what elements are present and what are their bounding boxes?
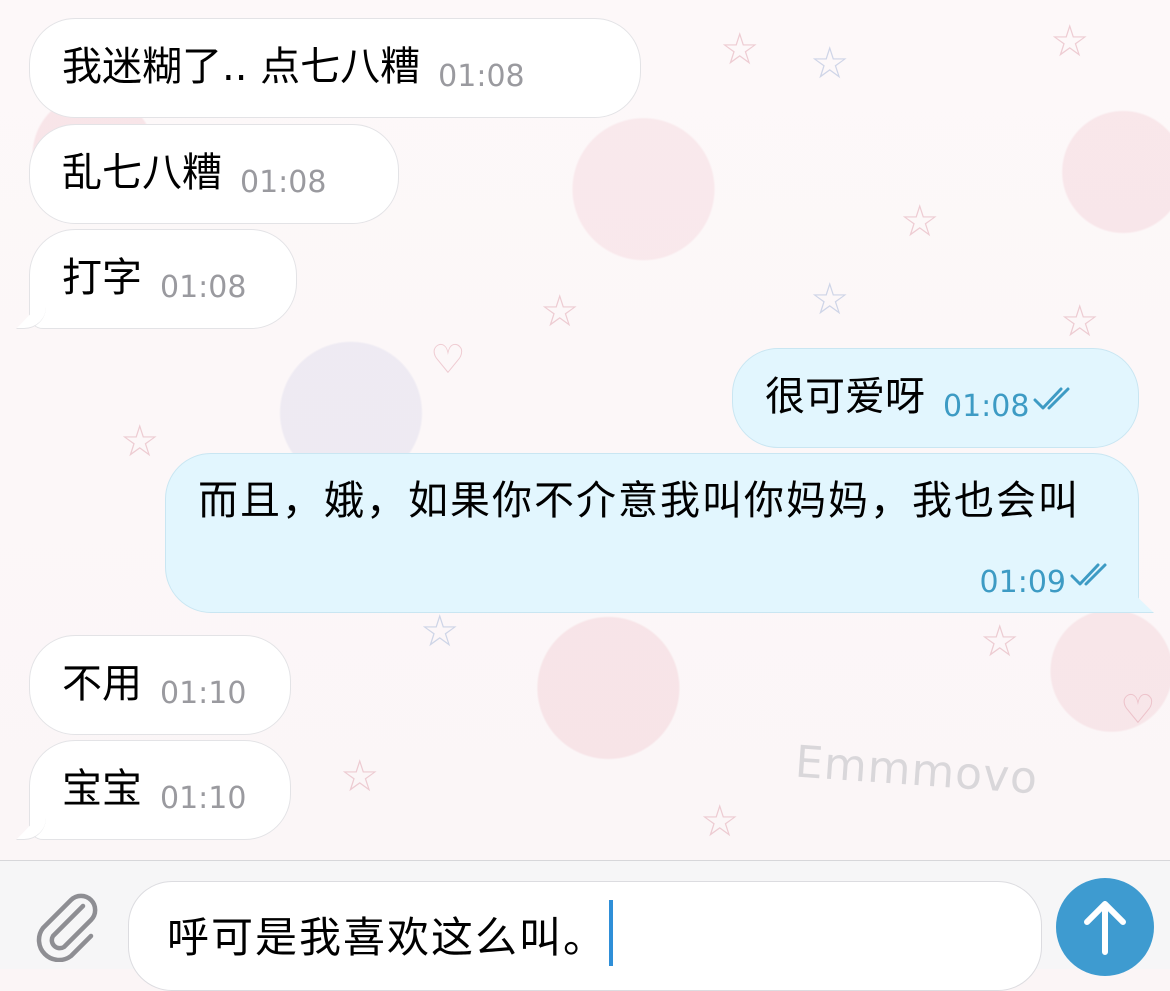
message-time: 01:08 — [438, 59, 525, 94]
message-text: 我迷糊了.. 点七八糟 — [62, 44, 421, 90]
paperclip-icon — [36, 893, 98, 962]
star-decoration-icon: ☆ — [810, 274, 850, 325]
star-decoration-icon: ☆ — [700, 796, 740, 847]
incoming-message-bubble[interactable]: 打字 01:08 — [29, 229, 297, 329]
heart-decoration-icon: ♡ — [430, 337, 466, 383]
incoming-message-bubble[interactable]: 不用 01:10 — [29, 635, 291, 735]
message-text: 宝宝 — [62, 766, 142, 812]
message-text: 而且，娥，如果你不介意我叫你妈妈，我也会叫 — [198, 478, 1080, 524]
read-checkmarks-icon — [1070, 563, 1107, 586]
send-button[interactable] — [1056, 878, 1154, 976]
star-decoration-icon: ☆ — [900, 196, 940, 247]
message-text: 不用 — [62, 661, 142, 707]
message-time: 01:08 — [240, 165, 327, 200]
message-input[interactable]: 呼可是我喜欢这么叫。 — [128, 881, 1042, 991]
incoming-message-bubble[interactable]: 宝宝 01:10 — [29, 740, 291, 840]
heart-decoration-icon: ♡ — [1120, 687, 1156, 733]
star-decoration-icon: ☆ — [540, 286, 580, 337]
outgoing-message-bubble[interactable]: 很可爱呀 01:08 — [732, 348, 1139, 448]
chat-history[interactable]: ☆ ☆ ☆ ☆ ☆ ☆ ☆ ☆ ☆ ☆ ☆ ☆ ♡ ♡ Emmmovo 我迷糊了… — [0, 0, 1170, 860]
message-time: 01:08 — [160, 270, 247, 305]
message-time: 01:09 — [979, 565, 1066, 600]
incoming-message-bubble[interactable]: 我迷糊了.. 点七八糟 01:08 — [29, 18, 641, 118]
message-meta: 01:09 — [962, 558, 1114, 598]
message-text: 乱七八糟 — [62, 150, 222, 196]
message-time: 01:10 — [160, 676, 247, 711]
star-decoration-icon: ☆ — [1050, 16, 1090, 67]
read-checkmarks-icon — [1033, 387, 1070, 410]
star-decoration-icon: ☆ — [1060, 296, 1100, 347]
star-decoration-icon: ☆ — [120, 416, 160, 467]
message-time: 01:10 — [160, 781, 247, 816]
arrow-up-icon — [1084, 901, 1126, 955]
wallpaper-watermark: Emmmovo — [793, 736, 1040, 805]
star-decoration-icon: ☆ — [810, 38, 850, 89]
text-caret — [609, 900, 614, 966]
message-composer: 呼可是我喜欢这么叫。 — [0, 860, 1170, 991]
star-decoration-icon: ☆ — [420, 606, 460, 657]
incoming-message-bubble[interactable]: 乱七八糟 01:08 — [29, 124, 399, 224]
star-decoration-icon: ☆ — [720, 24, 760, 75]
message-text: 很可爱呀 — [765, 374, 925, 420]
message-time: 01:08 — [943, 389, 1030, 424]
star-decoration-icon: ☆ — [340, 751, 380, 802]
star-decoration-icon: ☆ — [980, 616, 1020, 667]
message-text: 打字 — [62, 255, 142, 301]
attach-button[interactable] — [26, 887, 106, 967]
message-input-text: 呼可是我喜欢这么叫。 — [167, 913, 608, 962]
outgoing-message-bubble[interactable]: 而且，娥，如果你不介意我叫你妈妈，我也会叫 01:09 — [165, 453, 1139, 613]
